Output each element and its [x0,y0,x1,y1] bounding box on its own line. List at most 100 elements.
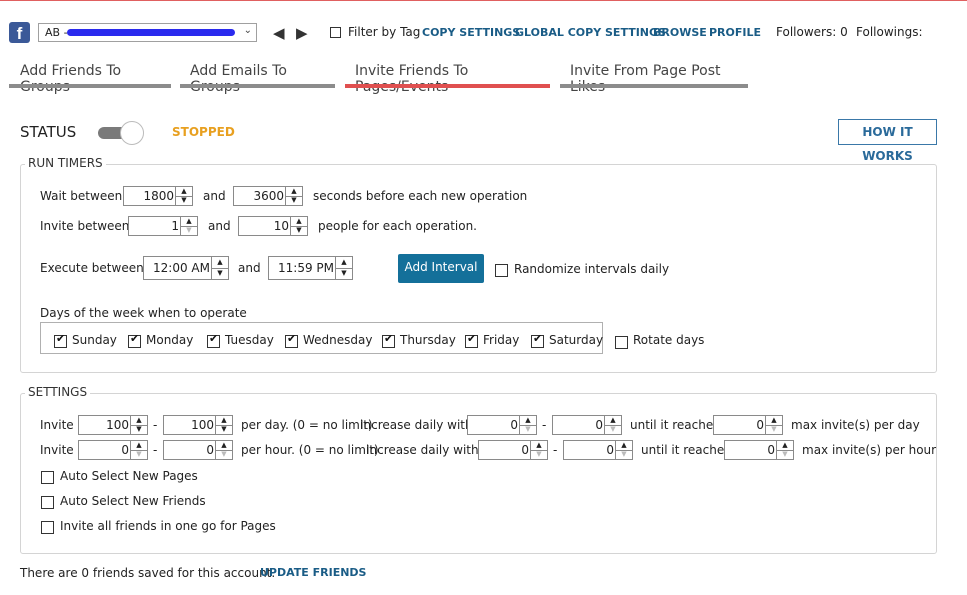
day-max-stepper[interactable]: 100 ▲ ▼ [163,415,233,435]
day-label-sunday: Sunday [72,333,117,347]
spin-down-icon[interactable]: ▼ [176,196,192,205]
day-cap-value: 0 [756,418,764,432]
invite-all-friends-checkbox[interactable] [41,521,54,534]
hour-min-stepper[interactable]: 0 ▲ ▼ [78,440,148,460]
next-account-icon[interactable]: ▶ [296,24,308,42]
execute-end-time-picker[interactable]: 11:59 PM ▲ ▼ [268,256,353,280]
wait-min-stepper[interactable]: 1800 ▲ ▼ [123,186,193,206]
auto-select-pages-checkbox[interactable] [41,471,54,484]
tab-underline [560,84,748,88]
rotate-days-checkbox[interactable] [615,336,628,349]
browse-link[interactable]: BROWSE [653,26,707,39]
tab-label: Add Emails To Groups [190,63,287,95]
invite-between-label: Invite between [40,219,130,233]
day-label-saturday: Saturday [549,333,604,347]
status-toggle[interactable] [98,121,144,145]
spin-down-icon[interactable]: ▼ [216,450,232,459]
spin-down-icon[interactable]: ▼ [286,196,302,205]
day-label-wednesday: Wednesday [303,333,373,347]
execute-start-time-picker[interactable]: 12:00 AM ▲ ▼ [143,256,229,280]
spin-down-icon[interactable]: ▼ [520,425,536,434]
spin-down-icon[interactable]: ▼ [131,425,147,434]
range-dash: - [553,443,558,457]
invite-max-stepper[interactable]: 10 ▲ ▼ [238,216,308,236]
toggle-knob [120,121,144,145]
spin-down-icon[interactable]: ▼ [216,425,232,434]
add-interval-button[interactable]: Add Interval [398,254,484,283]
day-checkbox-wednesday[interactable] [285,332,298,348]
execute-end-value: 11:59 PM [278,261,334,275]
day-increase-max-value: 0 [595,418,603,432]
tab-invite-from-page-post-likes[interactable]: Invite From Page Post Likes [560,62,748,95]
top-accent-line [0,0,967,1]
copy-settings-link[interactable]: COPY SETTINGS [422,26,520,39]
day-checkbox-thursday[interactable] [382,332,395,348]
spin-down-icon[interactable]: ▼ [291,226,307,235]
spin-down-icon[interactable]: ▼ [131,450,147,459]
range-dash: - [542,418,547,432]
account-select[interactable]: AB - ⌄ [38,23,257,42]
day-checkbox-saturday[interactable] [531,332,544,348]
invite-min-value: 1 [171,219,179,233]
wait-suffix-label: seconds before each new operation [313,189,528,203]
hour-increase-min-stepper[interactable]: 0 ▲ ▼ [478,440,548,460]
spin-down-icon[interactable]: ▼ [616,450,632,459]
tab-add-emails-to-groups[interactable]: Add Emails To Groups [180,62,335,95]
facebook-logo-icon: f [9,22,30,43]
run-timers-legend: RUN TIMERS [25,156,106,170]
followings-count: Followings: [856,25,923,39]
hour-max-stepper[interactable]: 0 ▲ ▼ [163,440,233,460]
status-label: STATUS [20,123,77,141]
update-friends-link[interactable]: UPDATE FRIENDS [260,566,366,579]
prev-account-icon[interactable]: ◀ [273,24,285,42]
day-min-value: 100 [106,418,129,432]
randomize-intervals-label: Randomize intervals daily [514,262,670,276]
spin-down-icon[interactable]: ▼ [336,268,352,279]
invite-suffix-label: people for each operation. [318,219,477,233]
spin-down-icon[interactable]: ▼ [766,425,782,434]
spin-down-icon[interactable]: ▼ [605,425,621,434]
max-per-hour-label: max invite(s) per hour [802,443,937,457]
tab-add-friends-to-groups[interactable]: Add Friends To Groups [9,62,171,95]
per-day-label: per day. (0 = no limit) [241,418,373,432]
wait-max-stepper[interactable]: 3600 ▲ ▼ [233,186,303,206]
day-max-value: 100 [191,418,214,432]
and-label: and [203,189,226,203]
global-copy-settings-link[interactable]: GLOBAL COPY SETTINGS [515,26,666,39]
hour-increase-max-stepper[interactable]: 0 ▲ ▼ [563,440,633,460]
filter-by-tag-checkbox[interactable] [330,27,341,38]
day-increase-max-stepper[interactable]: 0 ▲ ▼ [552,415,622,435]
spin-down-icon[interactable]: ▼ [531,450,547,459]
day-checkbox-tuesday[interactable] [207,332,220,348]
invite-min-stepper[interactable]: 1 ▲ ▼ [128,216,198,236]
day-min-stepper[interactable]: 100 ▲ ▼ [78,415,148,435]
hour-increase-min-value: 0 [521,443,529,457]
profile-link[interactable]: PROFILE [709,26,761,39]
hour-cap-value: 0 [767,443,775,457]
auto-select-friends-checkbox[interactable] [41,496,54,509]
day-checkbox-sunday[interactable] [54,332,67,348]
spin-down-icon[interactable]: ▼ [777,450,793,459]
tab-invite-friends-to-pages-events[interactable]: Invite Friends To Pages/Events [345,62,550,95]
day-cap-stepper[interactable]: 0 ▲ ▼ [713,415,783,435]
spin-down-icon[interactable]: ▼ [212,268,228,279]
spin-down-icon[interactable]: ▼ [181,226,197,235]
filter-by-tag-label: Filter by Tag [348,25,421,39]
chevron-down-icon: ⌄ [243,25,252,36]
how-it-works-button[interactable]: HOW IT WORKS [838,119,937,163]
friends-saved-text: There are 0 friends saved for this accou… [20,566,276,580]
day-increase-min-stepper[interactable]: 0 ▲ ▼ [467,415,537,435]
tab-underline [9,84,171,88]
per-hour-label: per hour. (0 = no limit) [241,443,379,457]
hour-increase-max-value: 0 [606,443,614,457]
invite-max-value: 10 [273,219,289,233]
invite-per-hour-label: Invite [40,443,74,457]
randomize-intervals-checkbox[interactable] [495,264,508,277]
max-per-day-label: max invite(s) per day [791,418,920,432]
day-checkbox-friday[interactable] [465,332,478,348]
hour-cap-stepper[interactable]: 0 ▲ ▼ [724,440,794,460]
increase-hourly-label: Increase daily with [366,443,479,457]
wait-min-value: 1800 [143,189,174,203]
day-checkbox-monday[interactable] [128,332,141,348]
wait-max-value: 3600 [253,189,284,203]
